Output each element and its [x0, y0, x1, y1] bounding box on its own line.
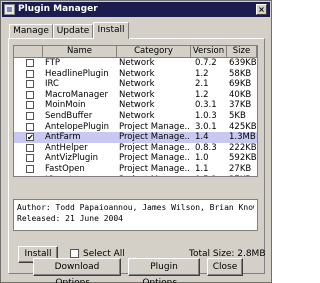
author-line: Author: Todd Papaioannou, James Wilson, … [17, 203, 254, 212]
header-version[interactable]: Version [191, 46, 227, 58]
row-checkbox[interactable]: ✔ [26, 133, 34, 142]
cell-size: 37KB [229, 100, 252, 111]
header-checkbox-column[interactable] [14, 46, 43, 58]
cell-category: Network [119, 100, 155, 111]
cell-size: 639KB [229, 58, 257, 68]
cell-size: 425KB [229, 121, 257, 132]
cell-size: 5KB [229, 110, 246, 121]
cell-version: 1.0 [195, 153, 209, 164]
table-body: FTP Network 0.7.2 639KB HeadlinePlugin Networ… [14, 58, 257, 176]
row-checkbox[interactable] [26, 69, 34, 78]
title-bar: Plugin Manager × [2, 2, 270, 17]
cell-name: SendBuffer [45, 110, 93, 121]
table-header: Name Category Version Size [14, 46, 257, 58]
tab-install[interactable]: Install [93, 22, 129, 39]
select-all-checkbox[interactable] [70, 249, 79, 258]
cell-version: 3.0.1 [195, 121, 217, 132]
cell-size: 27KB [229, 163, 252, 174]
table-row[interactable]: FastOpen Project Manage... 1.1 27KB [14, 164, 257, 175]
window-close-icon[interactable]: × [256, 4, 267, 15]
cell-category: Network [119, 79, 155, 90]
table-row[interactable]: SendBuffer Network 1.0.3 5KB [14, 111, 257, 122]
cell-category: Project Manage... [119, 132, 189, 143]
header-size[interactable]: Size [227, 46, 257, 58]
cell-version: 1.2 [195, 89, 209, 100]
window-title: Plugin Manager [18, 4, 98, 14]
cell-version: 0.8.3 [195, 142, 217, 153]
cell-name: HeadlinePlugin [45, 68, 109, 79]
header-category[interactable]: Category [117, 46, 191, 58]
table-row[interactable]: HeadlinePlugin Network 1.2 58KB [14, 69, 257, 80]
cell-category: Project Manage... [119, 175, 189, 176]
cell-version: 1.1 [195, 163, 209, 174]
cell-name: FastOpen [45, 163, 85, 174]
cell-category: Network [119, 58, 155, 68]
table-row[interactable]: AntHelper Project Manage... 0.8.3 222KB [14, 143, 257, 154]
cell-size: 37KB [229, 175, 257, 176]
cell-name: AntelopePlugin [45, 121, 109, 132]
cell-category: Project Manage... [119, 142, 189, 153]
close-button[interactable]: Close [207, 258, 243, 276]
header-name[interactable]: Name [43, 46, 117, 58]
cell-name: FTP [45, 58, 61, 68]
cell-size: 40KB [229, 89, 252, 100]
row-checkbox[interactable] [26, 175, 34, 176]
row-checkbox[interactable] [26, 59, 34, 67]
released-line: Released: 21 June 2004 [17, 214, 123, 223]
cell-size: 222KB [229, 142, 257, 153]
table-row[interactable]: MoinMoin Network 0.3.1 37KB [14, 100, 257, 111]
plugin-options-button[interactable]: Plugin Options... [128, 258, 200, 283]
row-checkbox[interactable] [26, 90, 34, 99]
tab-update[interactable]: Update [53, 24, 93, 38]
cell-size: 58KB [229, 68, 252, 79]
plugin-table: Name Category Version Size FTP Network 0.7… [13, 45, 258, 177]
cell-size: 1.3MB [229, 132, 256, 143]
download-options-button[interactable]: Download Options... [33, 258, 121, 283]
cell-category: Project Manage... [119, 153, 189, 164]
cell-category: Network [119, 110, 155, 121]
table-row[interactable]: MacroManager Network 1.2 40KB [14, 90, 257, 101]
row-checkbox[interactable] [26, 154, 34, 163]
cell-version: 1.4 [195, 132, 209, 143]
app-icon [4, 4, 15, 15]
cell-version: 1.2 [195, 68, 209, 79]
table-row[interactable]: IRC Network 2.1 69KB [14, 79, 257, 90]
plugin-manager-window: Plugin Manager × Manage Update Install N… [0, 0, 272, 283]
row-checkbox[interactable] [26, 111, 34, 120]
plugin-info-box: Author: Todd Papaioannou, James Wilson, … [13, 199, 258, 231]
cell-version: 0.7.2 [195, 58, 217, 68]
cell-size: 592KB [229, 153, 257, 164]
table-row[interactable]: FTP Network 0.7.2 639KB [14, 58, 257, 69]
cell-category: Network [119, 89, 155, 100]
cell-name: JCounter [45, 175, 115, 176]
row-checkbox[interactable] [26, 101, 34, 110]
cell-version: 1.0.3 [195, 110, 217, 121]
row-checkbox[interactable] [26, 143, 34, 152]
cell-version: 0.5.1 [195, 175, 225, 176]
tab-manage[interactable]: Manage [9, 24, 53, 38]
cell-name: AntHelper [45, 142, 88, 153]
cell-category: Network [119, 68, 155, 79]
cell-size: 69KB [229, 79, 252, 90]
cell-category: Project Manage... [119, 163, 189, 174]
row-checkbox[interactable] [26, 80, 34, 89]
table-row[interactable]: JCounter Project Manage... 0.5.1 37KB [14, 175, 257, 176]
cell-name: AntFarm [45, 132, 81, 143]
table-row[interactable]: AntVizPlugin Project Manage... 1.0 592KB [14, 153, 257, 164]
cell-name: MoinMoin [45, 100, 86, 111]
row-checkbox[interactable] [26, 122, 34, 131]
cell-name: IRC [45, 79, 59, 90]
cell-name: AntVizPlugin [45, 153, 99, 164]
table-row[interactable]: ✔ AntFarm Project Manage... 1.4 1.3MB [14, 132, 257, 143]
cell-name: MacroManager [45, 89, 108, 100]
table-row[interactable]: AntelopePlugin Project Manage... 3.0.1 425K… [14, 122, 257, 133]
cell-version: 0.3.1 [195, 100, 217, 111]
row-checkbox[interactable] [26, 164, 34, 173]
cell-version: 2.1 [195, 79, 209, 90]
cell-category: Project Manage... [119, 121, 189, 132]
